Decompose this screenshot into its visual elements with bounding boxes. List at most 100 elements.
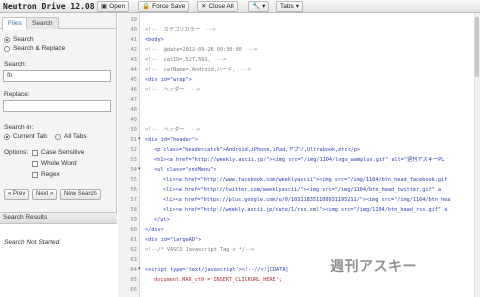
line-number: 53: [130, 157, 137, 163]
sidebar: Files Search Search Search & Replace Sea…: [0, 13, 117, 297]
search-results-header: Search Results: [0, 212, 117, 224]
line-number: 57: [130, 197, 137, 203]
tabs-menu-button[interactable]: Tabs ▾: [276, 1, 303, 12]
code-text: </div>: [145, 227, 164, 233]
code-line[interactable]: 45 <div id="wrap">: [118, 75, 480, 85]
lock-icon: 🔒: [142, 3, 151, 10]
whole-word-label: Whole Word: [41, 160, 77, 167]
mode-search-replace-radio[interactable]: Search & Replace: [4, 45, 65, 52]
code-line[interactable]: 51 ▾ <div id="header">: [118, 135, 480, 145]
code-line[interactable]: 48: [118, 105, 480, 115]
line-number: 51: [130, 137, 137, 143]
line-number: 64: [130, 267, 137, 273]
tab-files[interactable]: Files: [2, 17, 28, 30]
case-sensitive-label: Case Sensitive: [41, 149, 85, 156]
force-save-button[interactable]: 🔒 Force Save: [138, 1, 190, 12]
code-line[interactable]: 63: [118, 255, 480, 265]
code-text: <li><a href="https://plus.google.com/u/0…: [163, 197, 451, 203]
code-text: <!--/* VASCO Javascript Tag v */-->: [145, 247, 255, 253]
editor-scrollbar[interactable]: [474, 13, 480, 297]
code-text: <!-- ヘッダー -->: [145, 127, 201, 133]
code-text: <div id="wrap">: [145, 77, 192, 83]
line-number: 56: [130, 187, 137, 193]
code-text: <!-- catID=,527,501, -->: [145, 57, 227, 63]
code-line[interactable]: 43 <!-- catID=,527,501, -->: [118, 55, 480, 65]
radio-dot: [4, 36, 10, 43]
tools-menu-button[interactable]: 🔧 ▾: [248, 1, 270, 12]
line-number: 65: [130, 277, 137, 283]
code-text: <div id="largeAD">: [145, 237, 202, 243]
open-label: Open: [109, 3, 126, 10]
code-line[interactable]: 46 <!-- ヘッダー -->: [118, 85, 480, 95]
case-sensitive-checkbox[interactable]: Case Sensitive: [32, 149, 84, 156]
fold-toggle-icon[interactable]: ▾: [138, 266, 141, 272]
code-text: <ul class="snsMenu">: [154, 167, 217, 173]
code-text: <p class="headercatch">Android,iPhone,iP…: [154, 147, 361, 153]
app-title: Neutron Drive 12.08: [3, 2, 95, 11]
code-line[interactable]: 62 <!--/* VASCO Javascript Tag v */-->: [118, 245, 480, 255]
replace-input[interactable]: [3, 100, 111, 112]
new-search-button[interactable]: New Search: [60, 189, 101, 200]
code-line[interactable]: 61 <div id="largeAD">: [118, 235, 480, 245]
code-text: <!-- カテゴリカラー -->: [145, 27, 216, 33]
fold-toggle-icon[interactable]: ▾: [138, 166, 141, 172]
close-x-icon: ✕: [201, 3, 207, 10]
code-line[interactable]: 39: [118, 15, 480, 25]
line-number: 61: [130, 237, 137, 243]
radio-dot: [55, 133, 61, 140]
tabs-label: Tabs: [280, 3, 294, 10]
code-line[interactable]: 40 <!-- カテゴリカラー -->: [118, 25, 480, 35]
publisher-watermark: 週刊アスキー: [330, 259, 417, 275]
line-number: 60: [130, 227, 137, 233]
code-line[interactable]: 47: [118, 95, 480, 105]
line-number: 49: [130, 117, 137, 123]
line-number: 47: [130, 97, 137, 103]
regex-checkbox[interactable]: Regex: [32, 171, 60, 178]
code-line[interactable]: 60 </div>: [118, 225, 480, 235]
fold-toggle-icon[interactable]: ▾: [138, 136, 141, 142]
line-number: 63: [130, 257, 137, 263]
code-line[interactable]: 53 <h1><a href="http://weekly.ascii.jp/">…: [118, 155, 480, 165]
current-tab-label: Current Tab: [13, 133, 47, 140]
line-number: 43: [130, 57, 137, 63]
prev-button[interactable]: « Prev: [4, 189, 30, 200]
search-in-all-tabs-radio[interactable]: All Tabs: [55, 133, 87, 140]
search-input[interactable]: fb: [3, 70, 111, 82]
search-in-current-tab-radio[interactable]: Current Tab: [4, 133, 47, 140]
mode-search-radio[interactable]: Search: [4, 36, 34, 43]
line-number: 39: [130, 17, 137, 23]
code-line[interactable]: 65 document.MAX_ct0 ='INSERT_CLICKURL_HER…: [118, 275, 480, 285]
code-line[interactable]: 58 <li><a href="http://weekly.ascii.jp/ca…: [118, 205, 480, 215]
code-line[interactable]: 44 <!-- catName=,Android,ハード, -->: [118, 65, 480, 75]
scroll-thumb[interactable]: [475, 17, 479, 77]
code-line[interactable]: 59 </ul>: [118, 215, 480, 225]
code-line[interactable]: 42 <!-- @date=2012-09-26 09:30:00 -->: [118, 45, 480, 55]
code-line[interactable]: 64 ▾ <script type='text/javascript'><!--//…: [118, 265, 480, 275]
force-save-label: Force Save: [152, 3, 186, 10]
wrench-icon: 🔧: [252, 3, 261, 10]
open-button[interactable]: ▣ Open: [97, 1, 130, 12]
code-line[interactable]: 54 ▾ <ul class="snsMenu">: [118, 165, 480, 175]
code-line[interactable]: 49: [118, 115, 480, 125]
code-text: document.MAX_ct0 ='INSERT_CLICKURL_HERE'…: [154, 277, 283, 283]
whole-word-checkbox[interactable]: Whole Word: [32, 160, 77, 167]
line-number: 66: [130, 287, 137, 293]
code-line[interactable]: 56 <li><a href="http://twitter.com/weekly…: [118, 185, 480, 195]
code-line[interactable]: 66: [118, 285, 480, 295]
options-label: Options:: [4, 149, 29, 156]
code-line[interactable]: 55 <li><a href="http://www.facebook.com/w…: [118, 175, 480, 185]
line-number: 40: [130, 27, 137, 33]
code-line[interactable]: 52 <p class="headercatch">Android,iPhone,…: [118, 145, 480, 155]
close-all-button[interactable]: ✕ Close All: [197, 1, 238, 12]
line-number: 55: [130, 177, 137, 183]
code-text: </ul>: [154, 217, 170, 223]
tab-search[interactable]: Search: [26, 17, 59, 29]
code-editor[interactable]: 39 40 <!-- カテゴリカラー --> 41 <body> 42 <!-- @date…: [118, 13, 480, 297]
code-line[interactable]: 41 <body>: [118, 35, 480, 45]
code-line[interactable]: 50 <!-- ヘッダー -->: [118, 125, 480, 135]
radio-dot: [4, 45, 10, 52]
search-in-label: Search in:: [4, 124, 34, 131]
code-line[interactable]: 57 <li><a href="https://plus.google.com/u…: [118, 195, 480, 205]
next-button[interactable]: Next »: [32, 189, 58, 200]
checkbox-box: [32, 171, 38, 178]
